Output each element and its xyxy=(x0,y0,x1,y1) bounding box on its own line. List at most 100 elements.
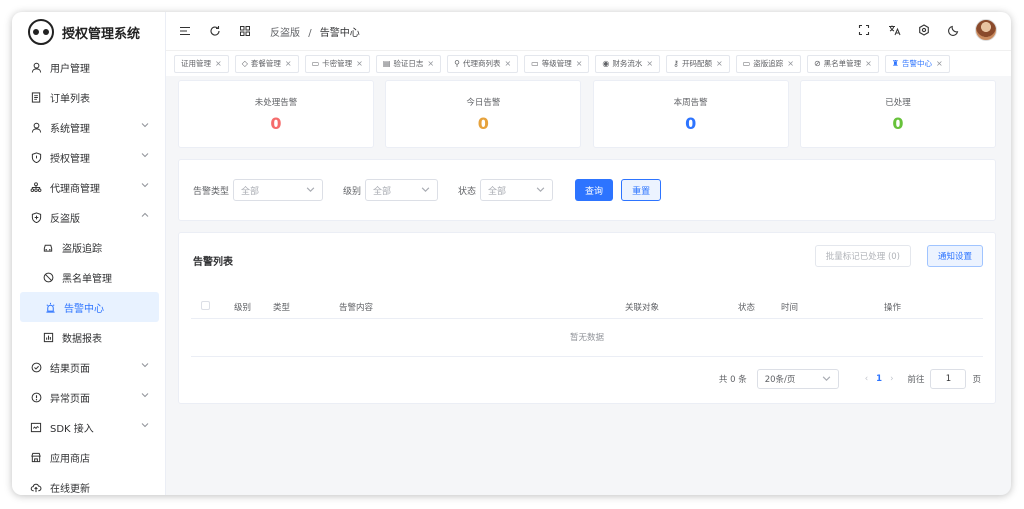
status-select[interactable]: 全部 xyxy=(480,179,554,201)
close-icon[interactable]: × xyxy=(936,59,943,68)
sidebar-item-online-update[interactable]: 在线更新 xyxy=(12,472,165,495)
car-icon: ▭ xyxy=(742,59,751,68)
moon-icon[interactable] xyxy=(947,23,961,37)
key-icon: ⚷ xyxy=(673,59,679,68)
level-select[interactable]: 全部 xyxy=(365,179,439,201)
menu-fold-icon[interactable] xyxy=(178,24,192,38)
tab-piracy-tracking[interactable]: ▭ 盗版追踪 × xyxy=(735,54,801,73)
stat-value: 0 xyxy=(685,114,697,133)
stats-row: 未处理告警 0 今日告警 0 本周告警 0 已处理 0 xyxy=(178,80,996,148)
next-page-button[interactable]: › xyxy=(890,374,893,384)
close-icon[interactable]: × xyxy=(787,59,794,68)
close-icon[interactable]: × xyxy=(215,59,222,68)
sidebar: 授权管理系统 用户管理 订单列表 系统管理 授权管理 代理商管理 反盗版 盗版追… xyxy=(12,12,166,495)
stat-label: 本周告警 xyxy=(673,98,708,108)
chevron-down-icon xyxy=(536,185,545,197)
level-label: 级别 xyxy=(343,186,362,197)
close-icon[interactable]: × xyxy=(504,59,511,68)
sidebar-item-antipiracy[interactable]: 反盗版 xyxy=(12,202,165,232)
sidebar-item-orders[interactable]: 订单列表 xyxy=(12,82,165,112)
document-icon xyxy=(30,91,42,103)
close-icon[interactable]: × xyxy=(716,59,723,68)
alert-type-label: 告警类型 xyxy=(193,186,230,197)
fullscreen-icon[interactable] xyxy=(857,23,871,37)
query-button[interactable]: 查询 xyxy=(575,179,614,201)
breadcrumb-item[interactable]: 反盗版 xyxy=(270,28,300,39)
tab-verify-log[interactable]: ▤ 验证日志 × xyxy=(375,54,442,73)
tab-label: 验证日志 xyxy=(393,59,424,68)
close-icon[interactable]: × xyxy=(646,59,653,68)
close-icon[interactable]: × xyxy=(576,59,583,68)
chevron-down-icon xyxy=(306,185,315,197)
close-icon[interactable]: × xyxy=(285,59,292,68)
ban-icon: ⊘ xyxy=(813,59,821,68)
chevron-down-icon xyxy=(141,361,149,372)
sidebar-item-license[interactable]: 授权管理 xyxy=(12,142,165,172)
sidebar-menu: 用户管理 订单列表 系统管理 授权管理 代理商管理 反盗版 盗版追踪 黑名单管理… xyxy=(12,52,165,495)
close-icon[interactable]: × xyxy=(427,59,434,68)
sidebar-item-reports[interactable]: 数据报表 xyxy=(12,322,165,352)
page-unit-label: 页 xyxy=(972,375,981,385)
tab-label: 证用管理 xyxy=(181,59,211,68)
sidebar-item-app-store[interactable]: 应用商店 xyxy=(12,442,165,472)
sidebar-item-result-pages[interactable]: 结果页面 xyxy=(12,352,165,382)
grid-icon[interactable] xyxy=(238,24,252,38)
tab-code-quota[interactable]: ⚷ 开码配额 × xyxy=(666,54,730,73)
tabs-bar: 证用管理 × ◇ 套餐管理 × ▭ 卡密管理 × ▤ 验证日志 × ⚲ 代理商列表 × ▭ 等级管理… xyxy=(166,50,1011,76)
tab-label: 盗版追踪 xyxy=(753,59,784,68)
tab-agent-list[interactable]: ⚲ 代理商列表 × xyxy=(447,54,519,73)
sidebar-item-agents[interactable]: 代理商管理 xyxy=(12,172,165,202)
translate-icon[interactable] xyxy=(887,23,901,37)
stat-card-processed: 已处理 0 xyxy=(799,80,996,148)
sidebar-item-blacklist[interactable]: 黑名单管理 xyxy=(12,262,165,292)
stat-card-today: 今日告警 0 xyxy=(385,80,582,148)
sidebar-item-error-pages[interactable]: 异常页面 xyxy=(12,382,165,412)
breadcrumb: 反盗版 / 告警中心 xyxy=(270,27,360,39)
chevron-up-icon xyxy=(141,211,149,222)
select-all-checkbox[interactable] xyxy=(201,301,210,310)
sidebar-item-label: 系统管理 xyxy=(50,123,90,135)
stat-value: 0 xyxy=(270,114,282,133)
tab-levels[interactable]: ▭ 等级管理 × xyxy=(524,54,590,73)
notify-settings-button[interactable]: 通知设置 xyxy=(926,245,983,267)
tab-label: 财务流水 xyxy=(612,59,643,68)
sidebar-item-label: 反盗版 xyxy=(50,213,80,225)
settings-icon[interactable] xyxy=(917,23,931,37)
batch-mark-processed-button[interactable]: 批量标记已处理 (0) xyxy=(814,245,911,267)
sidebar-item-sdk[interactable]: SDK 接入 xyxy=(12,412,165,442)
goto-page-input[interactable]: 1 xyxy=(930,369,967,389)
user-icon xyxy=(30,61,42,73)
sidebar-item-label: 用户管理 xyxy=(50,63,90,75)
refresh-icon[interactable] xyxy=(208,24,222,38)
tab-alert-center[interactable]: ♜ 告警中心 × xyxy=(884,54,950,73)
close-icon[interactable]: × xyxy=(356,59,363,68)
stat-label: 今日告警 xyxy=(466,98,501,108)
alert-type-select[interactable]: 全部 xyxy=(233,179,324,201)
tab-label: 套餐管理 xyxy=(250,59,281,68)
goto-label: 前往 xyxy=(907,375,925,385)
page-size-select[interactable]: 20条/页 xyxy=(756,369,839,389)
tab-packages[interactable]: ◇ 套餐管理 × xyxy=(234,54,299,73)
sidebar-item-system[interactable]: 系统管理 xyxy=(12,112,165,142)
reset-button[interactable]: 重置 xyxy=(621,179,662,201)
top-bar: 反盗版 / 告警中心 xyxy=(166,12,1011,50)
sidebar-item-piracy-tracking[interactable]: 盗版追踪 xyxy=(12,232,165,262)
current-page[interactable]: 1 xyxy=(876,374,882,384)
tab-label: 开码配额 xyxy=(681,59,712,68)
tab-cards[interactable]: ▭ 卡密管理 × xyxy=(304,54,370,73)
close-icon[interactable]: × xyxy=(865,59,872,68)
avatar[interactable] xyxy=(975,19,997,41)
stat-value: 0 xyxy=(892,114,904,133)
tab-finance[interactable]: ◉ 财务流水 × xyxy=(595,54,661,73)
prev-page-button[interactable]: ‹ xyxy=(865,374,868,384)
chevron-down-icon xyxy=(141,151,149,162)
chart-icon xyxy=(42,331,54,343)
sidebar-item-users[interactable]: 用户管理 xyxy=(12,52,165,82)
tab-label: 黑名单管理 xyxy=(823,59,862,68)
tab-blacklist[interactable]: ⊘ 黑名单管理 × xyxy=(806,54,879,73)
sidebar-item-label: 代理商管理 xyxy=(50,183,100,195)
tab-license-use[interactable]: 证用管理 × xyxy=(174,54,229,73)
sidebar-item-alert-center[interactable]: 告警中心 xyxy=(20,292,159,322)
select-placeholder: 全部 xyxy=(488,186,507,197)
chevron-down-icon xyxy=(141,421,149,432)
